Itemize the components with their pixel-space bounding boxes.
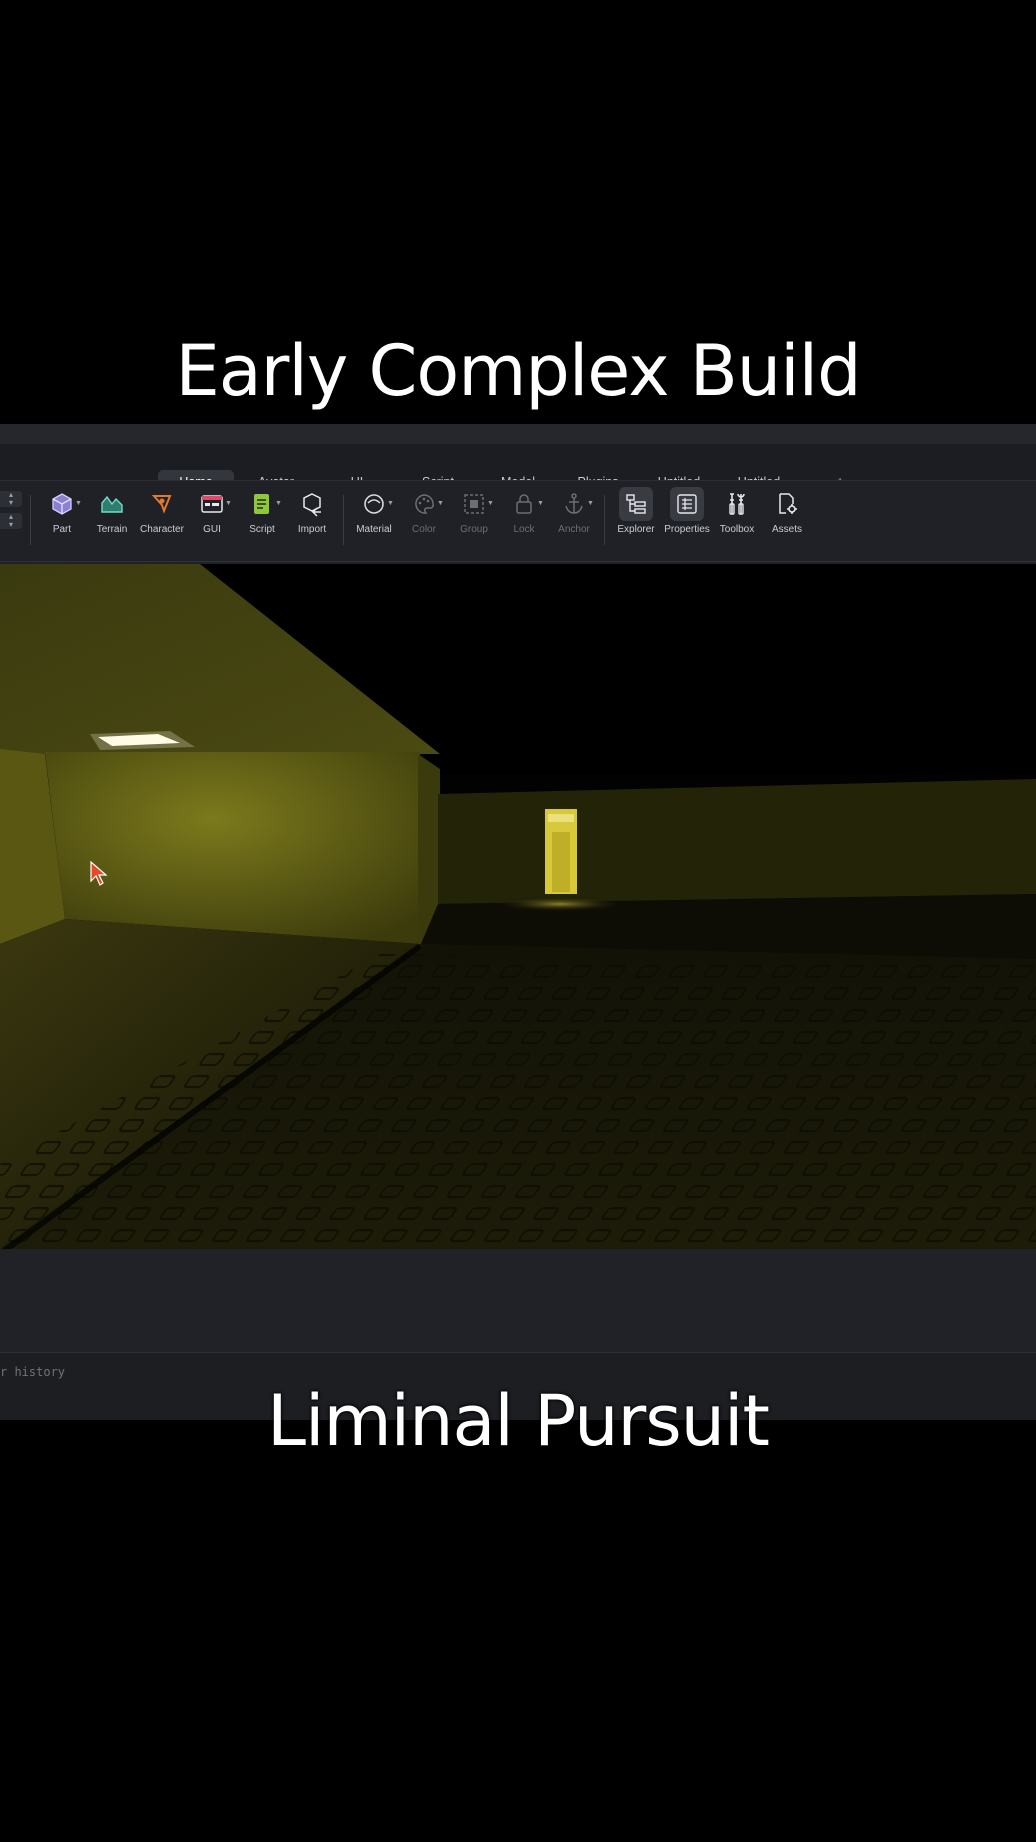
3d-viewport[interactable]: [0, 564, 1036, 1249]
terrain-icon: [101, 495, 123, 513]
home-toolbar: ▴ ▾ ▴ ▾ ▼ Part Terrain Character ▼ GUI ▼…: [0, 480, 1036, 562]
properties-icon: [677, 494, 697, 514]
assets-label: Assets: [771, 524, 802, 535]
transform-spinner-2[interactable]: ▴ ▾: [0, 513, 22, 529]
assets-button[interactable]: Assets: [761, 489, 813, 549]
chevron-down-icon[interactable]: ▼: [487, 500, 494, 507]
group-icon: [464, 494, 484, 514]
anchor-button[interactable]: ▼ Anchor: [548, 489, 600, 549]
chevron-down-icon[interactable]: ▼: [437, 500, 444, 507]
bottom-caption: Liminal Pursuit: [267, 1380, 770, 1462]
ribbon-tab-bar: Home Avatar UI Script Model Plugins Unti…: [0, 424, 1036, 494]
anchor-label: Anchor: [558, 524, 590, 535]
properties-button[interactable]: Properties: [661, 487, 713, 549]
import-button[interactable]: Import: [286, 489, 338, 549]
assets-icon: [779, 493, 797, 514]
top-caption: Early Complex Build: [175, 330, 861, 412]
part-cube-icon: [52, 493, 72, 515]
gui-icon: [201, 495, 223, 513]
lock-icon: [516, 494, 532, 514]
import-label: Import: [297, 524, 327, 535]
script-icon: [254, 494, 269, 514]
command-input[interactable]: r history: [0, 1365, 65, 1379]
explorer-icon: [626, 494, 646, 514]
explorer-button[interactable]: Explorer: [610, 487, 662, 549]
viewport-bottom-bar: [0, 1249, 1036, 1352]
scene-render: [0, 564, 1036, 1249]
import-icon: [303, 493, 321, 517]
chevron-down-icon[interactable]: ▼: [387, 500, 394, 507]
material-button[interactable]: ▼ Material: [348, 489, 400, 549]
chevron-down-icon[interactable]: ▼: [225, 500, 232, 507]
chevron-down-icon[interactable]: ▼: [587, 500, 594, 507]
script-button[interactable]: ▼ Script: [236, 489, 288, 549]
character-button[interactable]: Character: [136, 489, 188, 549]
chevron-down-icon[interactable]: ▼: [275, 500, 282, 507]
gui-button[interactable]: ▼ GUI: [186, 489, 238, 549]
chevron-down-icon[interactable]: ▼: [537, 500, 544, 507]
material-icon: [364, 494, 384, 514]
group-button[interactable]: ▼ Group: [448, 489, 500, 549]
toolbox-button[interactable]: Toolbox: [711, 489, 763, 549]
mouse-cursor-icon: [90, 861, 108, 886]
color-palette-icon: [415, 494, 434, 514]
studio-window: Home Avatar UI Script Model Plugins Unti…: [0, 424, 1036, 1420]
part-button[interactable]: ▼ Part: [36, 489, 88, 549]
toolbox-icon: [729, 493, 745, 515]
character-icon: [151, 495, 172, 514]
lock-button[interactable]: ▼ Lock: [498, 489, 550, 549]
transform-spinner-1[interactable]: ▴ ▾: [0, 491, 22, 507]
terrain-button[interactable]: Terrain: [86, 489, 138, 549]
anchor-icon: [565, 493, 583, 514]
color-button[interactable]: ▼ Color: [398, 489, 450, 549]
chevron-down-icon[interactable]: ▼: [75, 500, 82, 507]
